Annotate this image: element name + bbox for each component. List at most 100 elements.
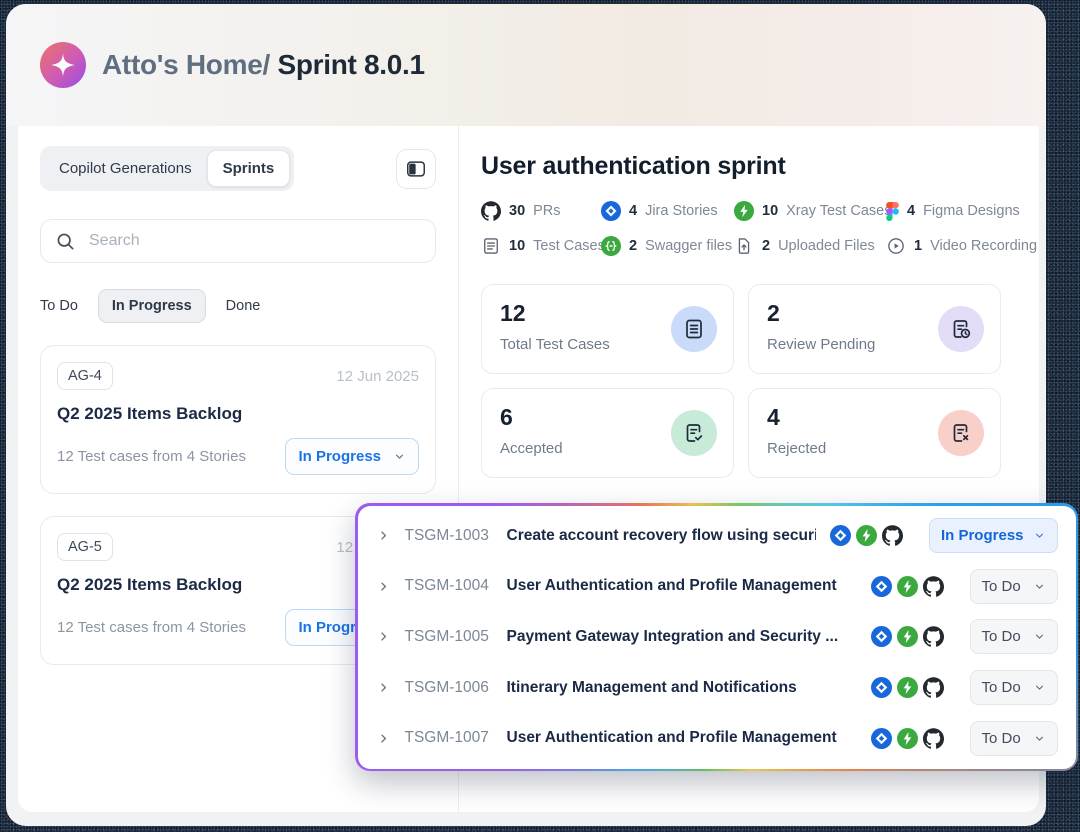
task-row[interactable]: TSGM-1006 Itinerary Management and Notif… [358, 662, 1076, 713]
chevron-down-icon [1033, 630, 1046, 643]
test-cases-icon [481, 236, 501, 256]
expand-chevron-icon[interactable] [376, 680, 391, 695]
github-icon [923, 576, 944, 597]
page-title: Atto's Home/ Sprint 8.0.1 [102, 49, 425, 81]
chevron-down-icon [1033, 529, 1046, 542]
filter-in-progress[interactable]: In Progress [98, 289, 206, 323]
card-rejected: 4 Rejected [748, 388, 1001, 478]
app-header: Atto's Home/ Sprint 8.0.1 [6, 4, 1046, 126]
jira-icon [871, 576, 892, 597]
sidebar-toggle-icon [405, 158, 427, 180]
search-icon [55, 231, 76, 252]
task-status-dropdown[interactable]: To Do [970, 619, 1058, 654]
video-recording-icon [886, 236, 906, 256]
task-status-dropdown[interactable]: In Progress [929, 518, 1058, 553]
card-total-test-cases: 12 Total Test Cases [481, 284, 734, 374]
sprint-card-subtitle: 12 Test cases from 4 Stories [57, 448, 246, 465]
search-box [40, 219, 436, 263]
task-list-overlay: TSGM-1003 Create account recovery flow u… [355, 503, 1078, 771]
card-accepted: 6 Accepted [481, 388, 734, 478]
swagger-icon [601, 236, 621, 256]
sprint-name: Sprint 8.0.1 [277, 49, 424, 80]
uploaded-files-icon [734, 236, 754, 256]
xray-icon [734, 201, 754, 221]
jira-icon [871, 626, 892, 647]
github-icon [481, 201, 501, 221]
jira-icon [871, 677, 892, 698]
stat-uploaded-files: 2Uploaded Files [734, 236, 886, 256]
task-title: Itinerary Management and Notifications [507, 679, 857, 697]
xray-icon [897, 576, 918, 597]
sprint-detail-title: User authentication sprint [481, 152, 1039, 181]
chevron-down-icon [1033, 580, 1046, 593]
sprint-stats: 30PRs 4Jira Stories 10Xray Test Cases 4F… [481, 201, 1039, 256]
expand-chevron-icon[interactable] [376, 629, 391, 644]
sidebar-collapse-button[interactable] [396, 149, 436, 189]
stat-xray-test-cases: 10Xray Test Cases [734, 201, 886, 221]
task-row[interactable]: TSGM-1005 Payment Gateway Integration an… [358, 612, 1076, 663]
search-input[interactable] [87, 231, 421, 251]
task-title: User Authentication and Profile Manageme… [507, 577, 857, 595]
task-status-dropdown[interactable]: To Do [970, 721, 1058, 756]
stat-figma-designs: 4Figma Designs [886, 201, 1039, 221]
task-title: User Authentication and Profile Manageme… [507, 729, 857, 747]
task-status-dropdown[interactable]: To Do [970, 569, 1058, 604]
stat-swagger-files: 2Swagger files [601, 236, 734, 256]
xray-icon [856, 525, 877, 546]
github-icon [923, 728, 944, 749]
sprint-card-ag-4[interactable]: AG-4 12 Jun 2025 Q2 2025 Items Backlog 1… [40, 345, 436, 494]
expand-chevron-icon[interactable] [376, 528, 391, 543]
task-title: Create account recovery flow using secur… [507, 527, 816, 545]
jira-icon [871, 728, 892, 749]
chevron-down-icon [1033, 681, 1046, 694]
app-logo [40, 42, 86, 88]
task-id: TSGM-1003 [405, 527, 493, 545]
tab-sprints[interactable]: Sprints [207, 150, 291, 187]
jira-icon [830, 525, 851, 546]
sprint-card-subtitle: 12 Test cases from 4 Stories [57, 619, 246, 636]
review-pending-icon [938, 306, 984, 352]
chevron-down-icon [393, 450, 406, 463]
sprint-status-dropdown[interactable]: In Progress [285, 438, 419, 475]
xray-icon [897, 677, 918, 698]
expand-chevron-icon[interactable] [376, 579, 391, 594]
task-id: TSGM-1005 [405, 628, 493, 646]
jira-icon [601, 201, 621, 221]
tab-copilot-generations[interactable]: Copilot Generations [44, 151, 207, 186]
expand-chevron-icon[interactable] [376, 731, 391, 746]
summary-cards: 12 Total Test Cases 2 Review Pending 6 A… [481, 284, 1039, 478]
card-review-pending: 2 Review Pending [748, 284, 1001, 374]
github-icon [923, 677, 944, 698]
sprint-id-badge: AG-5 [57, 533, 113, 561]
rejected-icon [938, 410, 984, 456]
stat-test-cases: 10Test Cases [481, 236, 601, 256]
task-list-panel: TSGM-1003 Create account recovery flow u… [358, 506, 1076, 769]
stat-video-recording: 1Video Recording [886, 236, 1039, 256]
task-row[interactable]: TSGM-1007 User Authentication and Profil… [358, 713, 1076, 764]
task-title: Payment Gateway Integration and Security… [507, 628, 857, 646]
stat-prs: 30PRs [481, 201, 601, 221]
sprint-card-title: Q2 2025 Items Backlog [57, 404, 419, 424]
task-id: TSGM-1004 [405, 577, 493, 595]
breadcrumb: Atto's Home/ [102, 49, 270, 80]
github-icon [882, 525, 903, 546]
task-row[interactable]: TSGM-1004 User Authentication and Profil… [358, 561, 1076, 612]
xray-icon [897, 728, 918, 749]
star-icon [49, 51, 77, 79]
sprint-id-badge: AG-4 [57, 362, 113, 390]
task-status-dropdown[interactable]: To Do [970, 670, 1058, 705]
task-id: TSGM-1006 [405, 679, 493, 697]
task-id: TSGM-1007 [405, 729, 493, 747]
chevron-down-icon [1033, 732, 1046, 745]
task-row[interactable]: TSGM-1003 Create account recovery flow u… [358, 511, 1076, 562]
github-icon [923, 626, 944, 647]
view-segmented-control: Copilot Generations Sprints [40, 146, 294, 191]
accepted-icon [671, 410, 717, 456]
status-filters: To Do In Progress Done [40, 289, 436, 323]
stat-jira-stories: 4Jira Stories [601, 201, 734, 221]
xray-icon [897, 626, 918, 647]
filter-todo[interactable]: To Do [40, 298, 78, 314]
figma-icon [886, 202, 899, 221]
sprint-date: 12 Jun 2025 [336, 368, 419, 385]
filter-done[interactable]: Done [226, 298, 261, 314]
